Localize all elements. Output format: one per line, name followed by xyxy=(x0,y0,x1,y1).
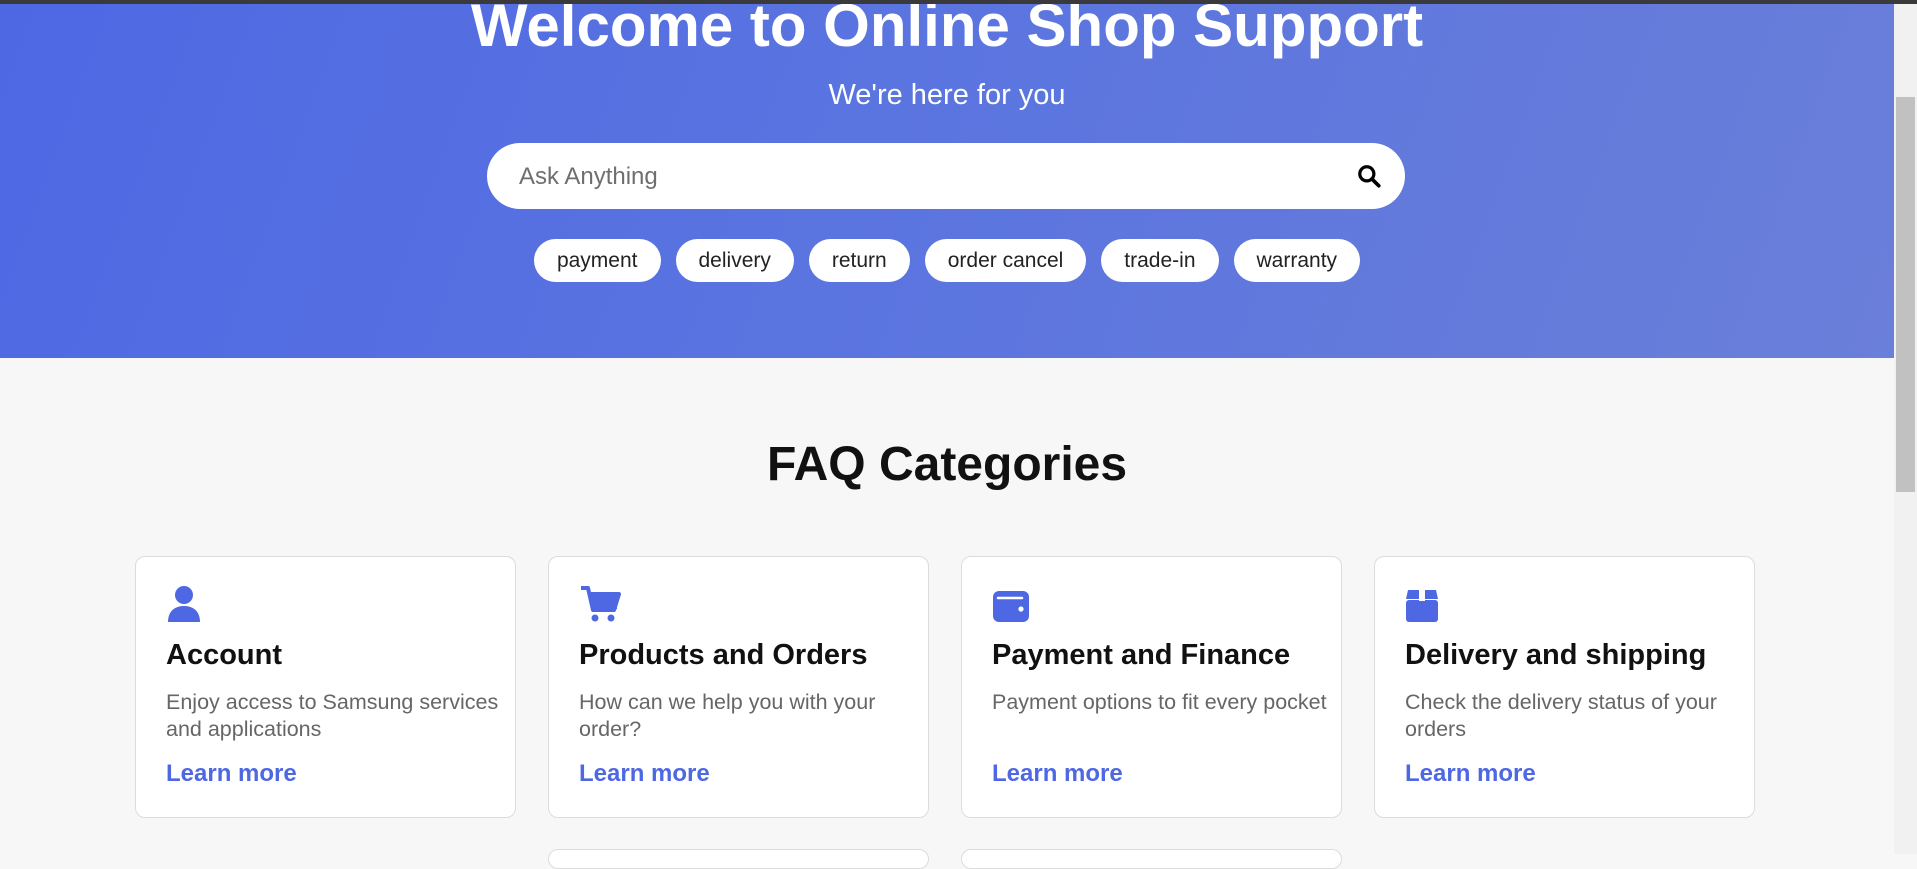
tag-return[interactable]: return xyxy=(808,239,910,282)
faq-card-payment-finance[interactable]: Payment and Finance Payment options to f… xyxy=(961,556,1342,818)
tag-delivery[interactable]: delivery xyxy=(675,239,794,282)
user-icon xyxy=(168,586,200,622)
window-top-border xyxy=(0,0,1917,4)
hero-subtitle: We're here for you xyxy=(828,79,1066,111)
faq-card-partial xyxy=(961,849,1342,869)
card-description: Enjoy access to Samsung services and app… xyxy=(166,690,499,741)
faq-card-products-orders[interactable]: Products and Orders How can we help you … xyxy=(548,556,929,818)
learn-more-link[interactable]: Learn more xyxy=(992,760,1123,788)
learn-more-link[interactable]: Learn more xyxy=(166,760,297,788)
box-icon xyxy=(1406,590,1438,622)
card-title: Account xyxy=(166,639,282,671)
search-button[interactable] xyxy=(1353,160,1385,192)
card-title: Products and Orders xyxy=(579,639,868,671)
faq-card-account[interactable]: Account Enjoy access to Samsung services… xyxy=(135,556,516,818)
card-title: Payment and Finance xyxy=(992,639,1291,671)
card-title: Delivery and shipping xyxy=(1405,639,1707,671)
wallet-icon xyxy=(993,591,1029,622)
card-description: Payment options to fit every pocket xyxy=(992,690,1327,714)
scrollbar-thumb[interactable] xyxy=(1896,97,1915,492)
learn-more-link[interactable]: Learn more xyxy=(579,760,710,788)
faq-card-partial xyxy=(548,849,929,869)
tag-trade-in[interactable]: trade-in xyxy=(1101,239,1219,282)
card-description: Check the delivery status of your orders xyxy=(1405,690,1717,741)
hero-banner: Welcome to Online Shop Support We're her… xyxy=(0,0,1894,358)
faq-card-delivery-shipping[interactable]: Delivery and shipping Check the delivery… xyxy=(1374,556,1755,818)
tag-payment[interactable]: payment xyxy=(533,239,661,282)
card-description: How can we help you with your order? xyxy=(579,690,876,741)
learn-more-link[interactable]: Learn more xyxy=(1405,760,1536,788)
tag-order-cancel[interactable]: order cancel xyxy=(924,239,1087,282)
hero-title: Welcome to Online Shop Support xyxy=(470,0,1424,59)
search-bar xyxy=(487,143,1405,211)
cart-icon xyxy=(581,586,621,622)
tag-warranty[interactable]: warranty xyxy=(1233,239,1361,282)
quick-tags: payment delivery return order cancel tra… xyxy=(0,239,1894,282)
search-icon xyxy=(1358,165,1381,188)
faq-section-title: FAQ Categories xyxy=(766,438,1128,491)
search-input[interactable] xyxy=(517,143,1321,211)
